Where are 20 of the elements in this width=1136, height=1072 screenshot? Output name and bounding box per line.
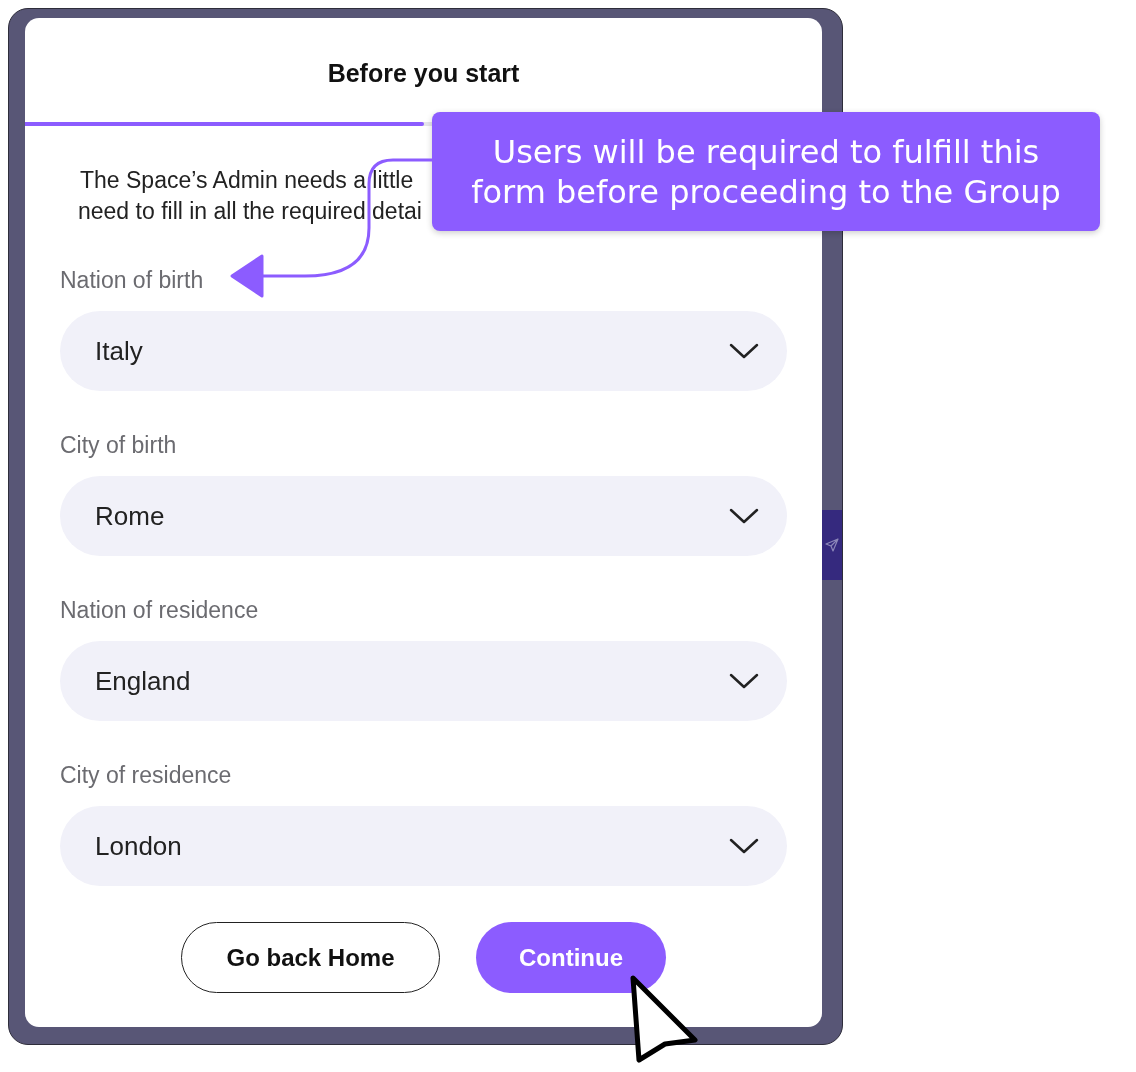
select-field[interactable]: Italy [60,311,787,391]
chevron-down-icon [729,673,759,689]
send-button[interactable] [822,510,842,580]
select-field[interactable]: England [60,641,787,721]
select-field[interactable]: London [60,806,787,886]
field-label: City of birth [60,433,177,457]
field-label: City of residence [60,763,232,787]
send-icon [825,538,839,552]
chevron-down-icon [729,838,759,854]
field-label: Nation of birth [60,268,204,292]
select-field[interactable]: Rome [60,476,787,556]
description-text: The Space’s Admin needs a little [80,166,414,195]
callout-text: Users will be required to fulfill this form before proceeding to the Group [471,131,1061,212]
go-back-home-button[interactable]: Go back Home [181,922,440,993]
field-label: Nation of residence [60,598,259,622]
continue-button[interactable]: Continue [476,922,666,993]
description-text: need to fill in all the required detai [78,197,422,226]
chevron-down-icon [729,343,759,359]
dialog-title: Before you start [327,59,520,87]
chevron-down-icon [729,508,759,524]
